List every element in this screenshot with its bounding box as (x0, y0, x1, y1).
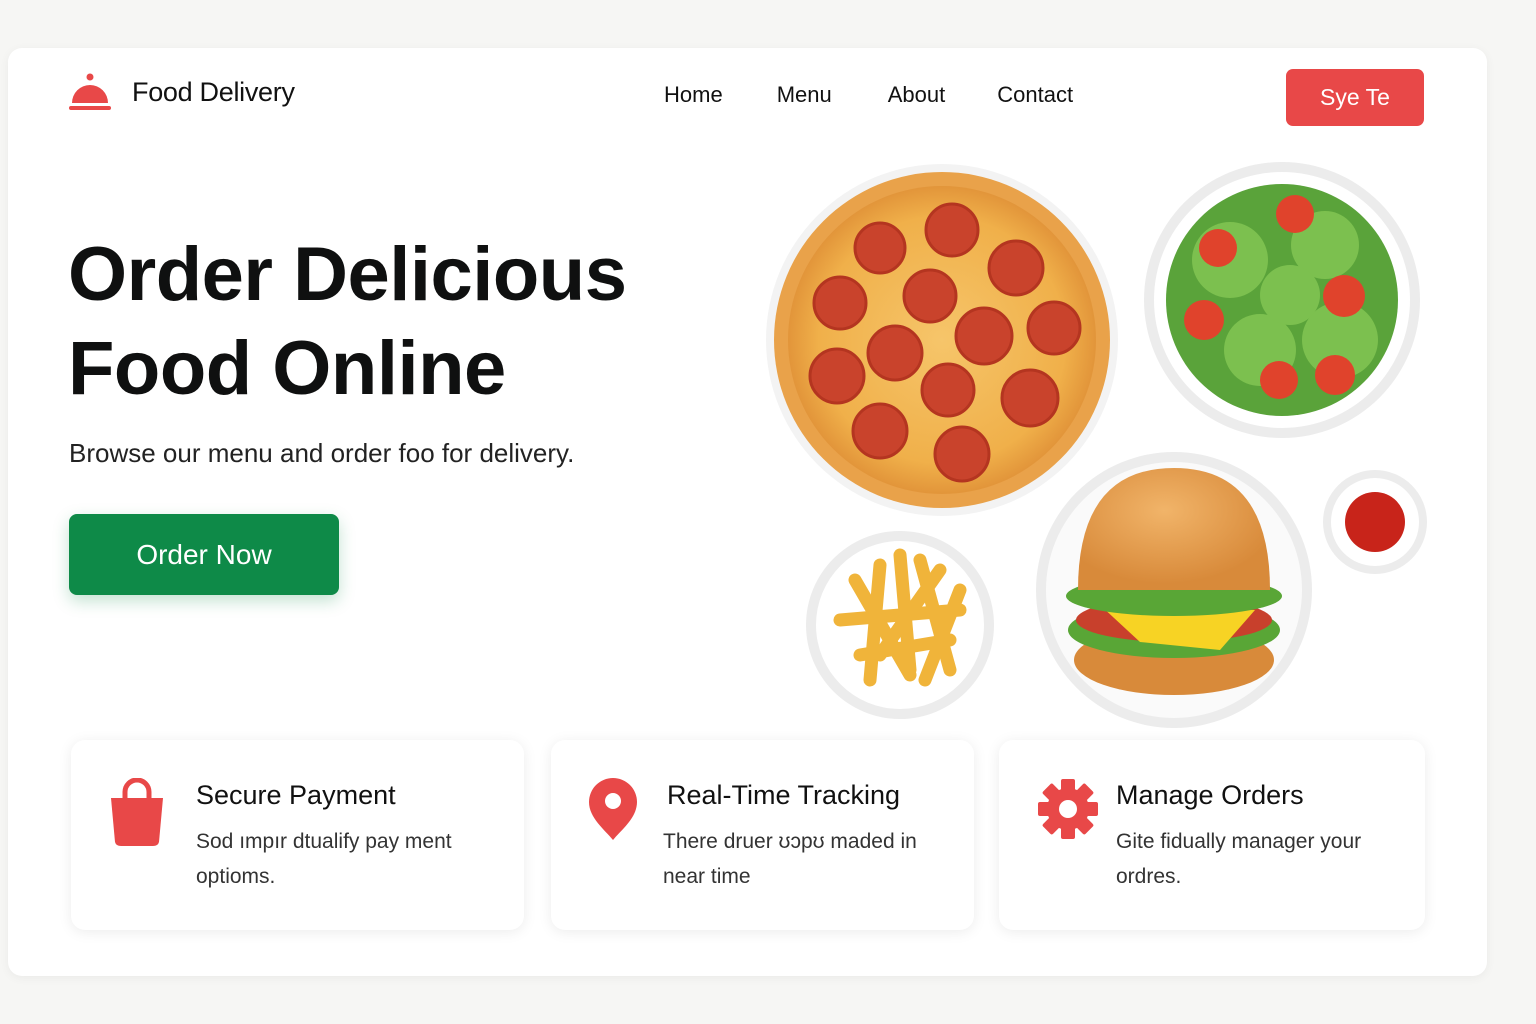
cloche-icon (69, 73, 111, 110)
fries-image (806, 531, 994, 719)
food-illustration (766, 162, 1427, 728)
order-now-button[interactable]: Order Now (69, 514, 339, 595)
feature-card-secure-payment: Secure Payment Sod ımpır dtualify pay me… (71, 740, 524, 930)
feature-desc-line2: ordres. (1116, 865, 1182, 888)
hero-title: Order Delicious Food Online (68, 228, 627, 416)
brand-name: Food Delivery (132, 76, 295, 107)
feature-description: Gite fidually manager your ordres. (1116, 824, 1361, 894)
nav-about[interactable]: About (888, 82, 946, 108)
feature-title: Manage Orders (1116, 780, 1304, 810)
feature-card-manage-orders: Manage Orders Gite fidually manager your… (999, 740, 1425, 930)
brand-logo[interactable]: Food Delivery (68, 70, 295, 114)
hero-title-line2: Food Online (68, 326, 506, 411)
hero-subtitle: Browse our menu and order foo for delive… (69, 438, 575, 468)
map-pin-icon (589, 778, 637, 840)
gear-icon (1038, 779, 1098, 839)
feature-desc-line1: There druer ʊɔpʊ maded in (663, 830, 917, 853)
feature-title: Real-Time Tracking (667, 780, 901, 810)
feature-desc-line1: Gite fidually manager your (1116, 830, 1362, 853)
feature-title: Secure Payment (196, 780, 396, 810)
feature-desc-line2: optioms. (196, 865, 276, 888)
nav-home[interactable]: Home (664, 82, 723, 108)
salad-image (1144, 162, 1420, 438)
ketchup-image (1323, 470, 1427, 574)
nav-menu[interactable]: Menu (777, 82, 832, 108)
header-cta-button[interactable]: Sye Te (1286, 69, 1424, 126)
feature-description: Sod ımpır dtualify pay ment optioms. (196, 824, 452, 894)
pizza-image (766, 164, 1118, 516)
hero-title-line1: Order Delicious (68, 232, 627, 317)
feature-desc-line2: near time (663, 865, 751, 888)
feature-desc-line1: Sod ımpır dtualify pay ment (196, 830, 452, 853)
feature-description: There druer ʊɔpʊ maded in near time (663, 824, 917, 894)
main-nav: Home Menu About Contact (664, 82, 1073, 108)
feature-card-real-time-tracking: Real-Time Tracking There druer ʊɔpʊ made… (551, 740, 974, 930)
burger-image (1036, 452, 1312, 728)
shopping-bag-icon (111, 778, 163, 846)
nav-contact[interactable]: Contact (997, 82, 1073, 108)
